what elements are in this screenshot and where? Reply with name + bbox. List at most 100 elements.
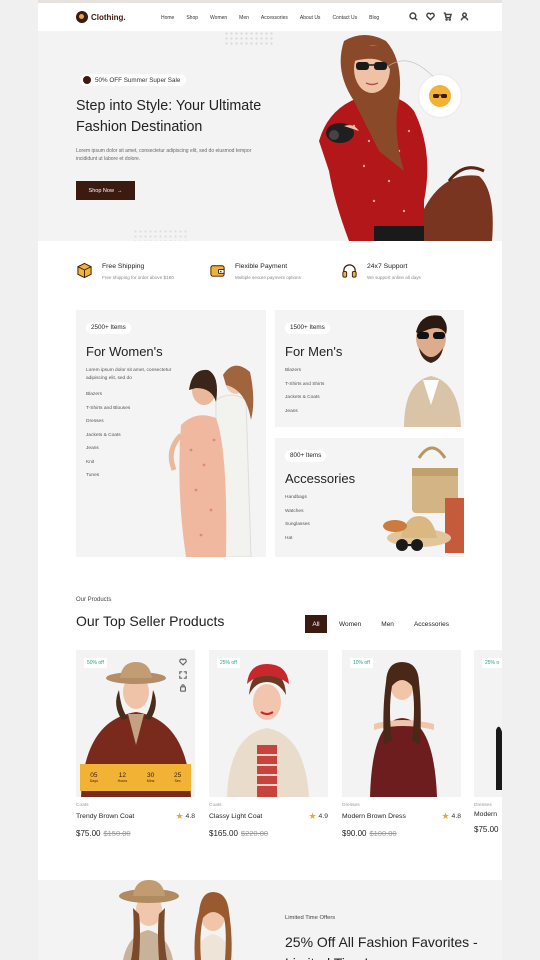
product-price: $75.00 $150.00 bbox=[76, 829, 195, 838]
category-women-card[interactable]: 2500+ Items For Women's Lorem ipsum dolo… bbox=[76, 310, 266, 557]
category-link[interactable]: T-Shirts and Shirts bbox=[285, 382, 324, 396]
nav-about[interactable]: About Us bbox=[300, 15, 321, 21]
hero-section: 50% OFF Summer Super Sale Step into Styl… bbox=[38, 31, 502, 241]
heart-icon[interactable] bbox=[426, 12, 435, 21]
filter-women[interactable]: Women bbox=[339, 621, 361, 628]
category-link[interactable]: Jackets & Coats bbox=[86, 433, 130, 447]
category-link[interactable]: Sunglasses bbox=[285, 522, 310, 536]
header: Clothing. Home Shop Women Men Accessorie… bbox=[38, 3, 502, 31]
cart-icon[interactable] bbox=[443, 12, 452, 21]
feature-payment: Flexible Payment Multiple secure payment … bbox=[209, 262, 301, 280]
product-name[interactable]: Classy Light Coat bbox=[209, 813, 262, 820]
category-link[interactable]: Knit bbox=[86, 460, 130, 474]
product-photo bbox=[370, 662, 437, 797]
feature-subtitle: Free shipping for order above $180 bbox=[102, 275, 174, 280]
nav-home[interactable]: Home bbox=[161, 15, 174, 21]
category-title: Accessories bbox=[285, 471, 356, 486]
rating-value: 4.8 bbox=[185, 813, 195, 820]
category-links: Handbags Watches Sunglasses Hat bbox=[285, 495, 310, 549]
dot-pattern bbox=[133, 229, 188, 241]
old-price: $220.00 bbox=[240, 829, 269, 838]
product-image[interactable]: 10% off bbox=[342, 650, 461, 797]
banner-models-image bbox=[119, 880, 233, 960]
banner-title: 25% Off All Fashion Favorites - Limited … bbox=[285, 934, 478, 960]
product-price: $165.00 $220.00 bbox=[209, 829, 328, 838]
nav-men[interactable]: Men bbox=[239, 15, 249, 21]
category-accessories-card[interactable]: 800+ Items Accessories Handbags Watches … bbox=[275, 438, 464, 557]
product-card[interactable]: 25% o Dresses Modern $75.00 bbox=[474, 650, 502, 834]
nav-accessories[interactable]: Accessories bbox=[261, 15, 288, 21]
product-rating: ★ 4.8 bbox=[175, 811, 195, 822]
category-title: For Men's bbox=[285, 344, 343, 359]
sale-badge-icon bbox=[83, 76, 91, 84]
discount-badge: 25% off bbox=[217, 658, 240, 668]
product-photo bbox=[227, 664, 309, 797]
product-card[interactable]: 25% off Coats Classy Light Coat ★ 4.9 $16… bbox=[209, 650, 328, 838]
product-image[interactable]: 25% o bbox=[474, 650, 502, 797]
product-card[interactable]: 50% off 05 Days 12 Hours 30 Mins 25 Sec Coat… bbox=[76, 650, 195, 838]
sale-badge-text: 50% OFF Summer Super Sale bbox=[95, 76, 181, 84]
discount-badge: 25% o bbox=[482, 658, 502, 668]
category-link[interactable]: Handbags bbox=[285, 495, 310, 509]
product-category: Coats bbox=[209, 803, 222, 808]
discount-badge: 50% off bbox=[84, 658, 107, 668]
current-price: $75.00 bbox=[76, 829, 101, 838]
promo-seal bbox=[419, 75, 461, 117]
accessories-image bbox=[383, 446, 464, 553]
category-link[interactable]: Tunes bbox=[86, 473, 130, 487]
logo[interactable]: Clothing. bbox=[76, 11, 126, 23]
product-card[interactable]: 10% off Dresses Modern Brown Dress ★ 4.8 … bbox=[342, 650, 461, 838]
discount-badge: 10% off bbox=[350, 658, 373, 668]
hero-description: Lorem ipsum dolor sit amet, consectetur … bbox=[76, 148, 252, 162]
nav-blog[interactable]: Blog bbox=[369, 15, 379, 21]
filter-accessories[interactable]: Accessories bbox=[414, 621, 449, 628]
banner-label: Limited Time Offers bbox=[285, 915, 336, 921]
category-men-card[interactable]: 1500+ Items For Men's Blazers T-Shirts a… bbox=[275, 310, 464, 427]
old-price: $150.00 bbox=[103, 829, 131, 838]
product-image[interactable]: 25% off bbox=[209, 650, 328, 797]
category-link[interactable]: Watches bbox=[285, 509, 310, 523]
expand-icon[interactable] bbox=[179, 671, 187, 679]
category-link[interactable]: Dresses bbox=[86, 419, 130, 433]
nav-contact[interactable]: Contact Us bbox=[332, 15, 357, 21]
product-rating: ★ 4.9 bbox=[308, 811, 328, 822]
right-margin bbox=[502, 0, 540, 960]
category-link[interactable]: Hat bbox=[285, 536, 310, 550]
category-link[interactable]: Jeans bbox=[285, 409, 324, 423]
category-title: For Women's bbox=[86, 344, 163, 359]
category-link[interactable]: Jackets & Coats bbox=[285, 395, 324, 409]
nav-women[interactable]: Women bbox=[210, 15, 227, 21]
category-link[interactable]: Jeans bbox=[86, 446, 130, 460]
product-image[interactable]: 50% off 05 Days 12 Hours 30 Mins 25 Sec bbox=[76, 650, 195, 797]
product-name[interactable]: Trendy Brown Coat bbox=[76, 813, 134, 820]
nav-shop[interactable]: Shop bbox=[186, 15, 198, 21]
category-link[interactable]: Blazers bbox=[285, 368, 324, 382]
shop-now-button[interactable]: Shop Now → bbox=[76, 181, 135, 200]
filter-men[interactable]: Men bbox=[381, 621, 394, 628]
category-link[interactable]: T-Shirts and Blouses bbox=[86, 406, 130, 420]
men-model-image bbox=[404, 315, 461, 427]
feature-shipping: Free Shipping Free shipping for order abo… bbox=[76, 262, 174, 280]
product-photo bbox=[496, 726, 502, 790]
countdown-sec: 25 Sec bbox=[173, 772, 182, 783]
feature-title: 24x7 Support bbox=[367, 263, 408, 270]
product-actions bbox=[179, 658, 187, 692]
rating-value: 4.9 bbox=[318, 813, 328, 820]
current-price: $165.00 bbox=[209, 829, 238, 838]
bag-icon[interactable] bbox=[179, 684, 187, 692]
product-name[interactable]: Modern Brown Dress bbox=[342, 813, 406, 820]
search-icon[interactable] bbox=[409, 12, 418, 21]
product-name[interactable]: Modern bbox=[474, 811, 497, 818]
heart-icon[interactable] bbox=[179, 658, 187, 666]
category-links: Blazers T-Shirts and Shirts Jackets & Co… bbox=[285, 368, 324, 422]
filter-all[interactable]: All bbox=[305, 615, 327, 633]
feature-title: Flexible Payment bbox=[235, 263, 288, 270]
dot-pattern bbox=[224, 31, 274, 45]
user-icon[interactable] bbox=[460, 12, 469, 21]
product-category: Dresses bbox=[474, 803, 492, 808]
feature-title: Free Shipping bbox=[102, 263, 145, 270]
product-price: $75.00 bbox=[474, 825, 502, 834]
section-title: Our Top Seller Products bbox=[76, 613, 225, 629]
category-link[interactable]: Blazers bbox=[86, 392, 130, 406]
countdown-hours: 12 Hours bbox=[117, 772, 128, 783]
